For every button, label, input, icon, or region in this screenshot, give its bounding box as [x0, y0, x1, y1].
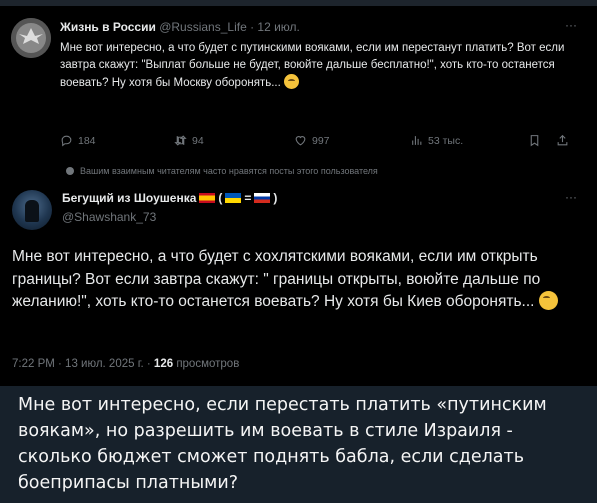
repost-count: 94 — [192, 134, 204, 147]
thinking-face-icon — [538, 291, 558, 310]
tweet1-more-button[interactable]: ··· — [565, 18, 577, 32]
paren-close: ) — [273, 191, 278, 205]
tweet1-action-bar: 184 94 997 53 тыс. — [60, 134, 580, 150]
eagle-emblem-icon — [11, 18, 51, 58]
bookmark-button[interactable] — [528, 134, 541, 147]
shawshank-avatar[interactable] — [12, 190, 52, 230]
bookmark-icon — [530, 135, 539, 147]
like-button[interactable]: 997 — [294, 134, 330, 147]
tweet2-author-name[interactable]: Бегущий из Шоушенка — [62, 191, 196, 205]
tweet2-views-label: просмотров — [176, 358, 240, 370]
thinking-face-icon — [283, 74, 299, 89]
tweet2-views-count: 126 — [153, 358, 174, 370]
analytics-icon — [412, 136, 422, 145]
reply-button[interactable]: 184 — [60, 134, 96, 147]
ukraine-flag-icon — [225, 193, 242, 203]
tweet1-header: Жизнь в России @Russians_Life · 12 июл. — [60, 20, 300, 34]
social-context-text: Вашим взаимным читателям часто нравятся … — [80, 166, 378, 176]
tweet2-body: Мне вот интересно, а что будет с хохлятс… — [12, 248, 541, 310]
tweet2-more-button[interactable]: ··· — [565, 190, 577, 204]
tweet2-timestamp[interactable]: 7:22 PM · 13 июл. 2025 г. · — [12, 358, 151, 370]
tweet2-handle[interactable]: @Shawshank_73 — [62, 210, 156, 224]
tweet2-author-line[interactable]: Бегущий из Шоушенка ( = ) — [62, 191, 277, 205]
view-count: 53 тыс. — [428, 134, 464, 147]
reply-icon — [61, 135, 72, 147]
telegram-caption: Мне вот интересно, если перестать платит… — [18, 395, 547, 493]
paren-open: ( — [218, 191, 223, 205]
social-context: Вашим взаимным читателям часто нравятся … — [66, 166, 378, 176]
tweet1-author-name[interactable]: Жизнь в России — [60, 20, 156, 34]
heart-icon — [295, 136, 306, 146]
like-count: 997 — [312, 134, 330, 147]
tweet1-handle[interactable]: @Russians_Life — [159, 20, 247, 34]
reply-count: 184 — [78, 134, 96, 147]
spain-flag-icon — [199, 193, 216, 203]
top-divider — [0, 0, 597, 6]
tweet1-date[interactable]: · 12 июл. — [250, 20, 300, 34]
tweet-screenshot: Жизнь в России @Russians_Life · 12 июл. … — [0, 0, 597, 386]
tweet2-text: Мне вот интересно, а что будет с хохлятс… — [12, 246, 582, 314]
russians-life-avatar[interactable] — [11, 18, 51, 58]
share-button[interactable] — [556, 134, 569, 147]
equals-sign: = — [244, 191, 252, 205]
repost-button[interactable]: 94 — [174, 134, 204, 147]
russia-flag-icon — [254, 193, 271, 203]
person-icon — [66, 167, 74, 175]
repost-icon — [174, 135, 187, 146]
views-button[interactable]: 53 тыс. — [410, 134, 463, 147]
tweet1-text: Мне вот интересно, а что будет с путинск… — [60, 40, 585, 92]
tweet2-meta: 7:22 PM · 13 июл. 2025 г. · 126 просмотр… — [12, 358, 239, 370]
tweet1-body: Мне вот интересно, а что будет с путинск… — [60, 42, 565, 89]
share-icon — [557, 134, 568, 146]
